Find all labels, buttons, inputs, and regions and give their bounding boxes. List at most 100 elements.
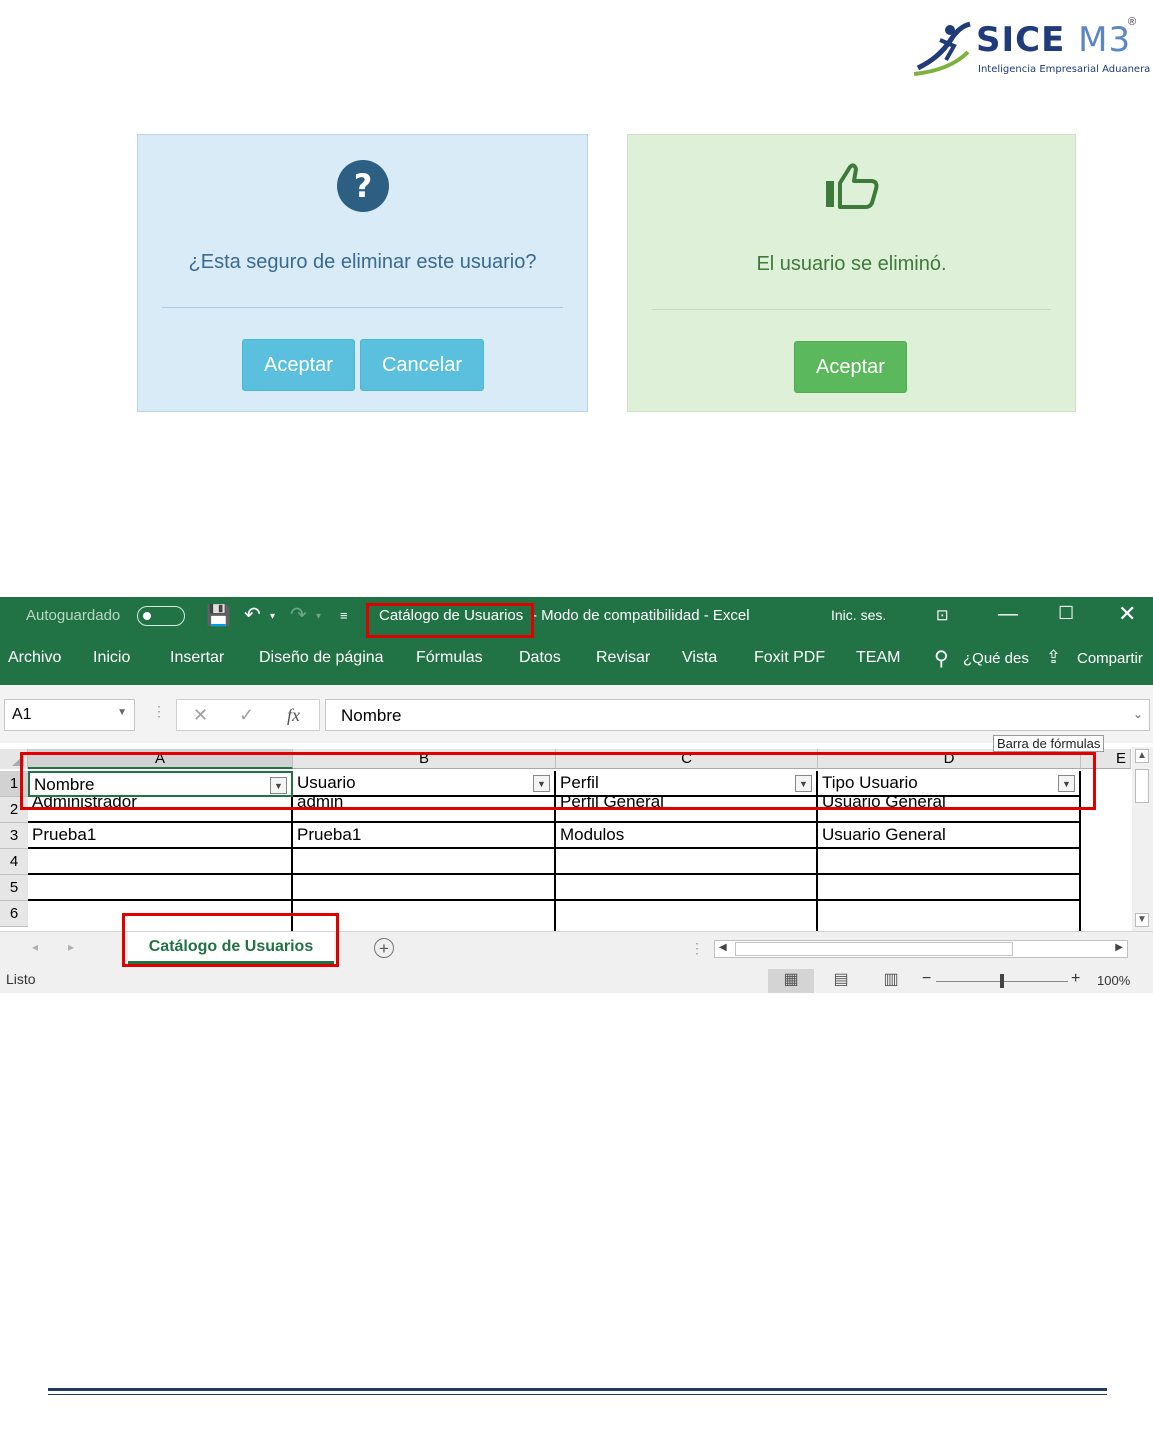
cell-a6[interactable] [28,901,293,931]
save-icon[interactable]: 💾 [206,603,231,628]
cell-b4[interactable] [293,849,556,875]
cell-c2[interactable]: Perfil General [556,797,818,823]
row-header-4[interactable]: 4 [0,849,28,875]
cell-a4[interactable] [28,849,293,875]
cell-c5[interactable] [556,875,818,901]
normal-view-icon[interactable]: ▦ [768,969,814,993]
column-header-a[interactable]: A [28,749,293,769]
tab-team[interactable]: TEAM [856,649,900,667]
cancel-button[interactable]: Cancelar [360,339,484,391]
column-header-c[interactable]: C [556,749,818,769]
cell-value: Administrador [32,797,137,811]
filter-dropdown-icon[interactable]: ▼ [270,777,287,794]
prev-sheet-icon[interactable]: ◂ [32,940,38,954]
row-header-1[interactable]: 1 [0,771,28,797]
scroll-right-icon[interactable]: ▶ [1115,942,1123,953]
row-header-6[interactable]: 6 [0,901,28,927]
cell-b1[interactable]: Usuario ▼ [293,771,556,797]
maximize-icon[interactable]: ☐ [1058,603,1074,624]
name-box[interactable]: A1 ▼ [4,699,135,731]
tab-inicio[interactable]: Inicio [93,649,130,667]
tab-datos[interactable]: Datos [519,649,561,667]
tab-diseno-pagina[interactable]: Diseño de página [259,649,384,667]
cell-b3[interactable]: Prueba1 [293,823,556,849]
tab-foxit-pdf[interactable]: Foxit PDF [754,649,825,667]
share-icon[interactable]: ⇪ [1046,647,1061,668]
cell-value: Usuario General [822,825,946,844]
cell-c6[interactable] [556,901,818,931]
zoom-in-icon[interactable]: + [1071,970,1080,988]
cell-a1[interactable]: Nombre ▼ [28,771,293,797]
scrollbar-thumb[interactable] [1135,769,1149,803]
zoom-slider-knob[interactable] [1000,974,1004,988]
cell-d6[interactable] [818,901,1081,931]
chevron-down-icon[interactable]: ▼ [117,707,127,718]
tab-archivo[interactable]: Archivo [8,649,61,667]
zoom-level[interactable]: 100% [1097,973,1130,988]
sign-in-link[interactable]: Inic. ses. [831,607,886,623]
column-header-e[interactable]: E [1081,749,1131,769]
cell-d4[interactable] [818,849,1081,875]
ribbon-tabs: Archivo Inicio Insertar Diseño de página… [0,637,1153,685]
sheet-tab-catalogo[interactable]: Catálogo de Usuarios [128,932,334,964]
next-sheet-icon[interactable]: ▸ [68,940,74,954]
autosave-toggle[interactable] [137,606,185,626]
page-break-view-icon[interactable]: ▥ [868,969,914,993]
ribbon-display-options-icon[interactable]: ⊡ [936,606,949,624]
zoom-out-icon[interactable]: − [922,970,931,988]
cell-d2[interactable]: Usuario General [818,797,1081,823]
insert-function-icon[interactable]: fx [287,705,300,726]
page-layout-view-icon[interactable]: ▤ [818,969,864,993]
scroll-down-icon[interactable]: ▼ [1135,913,1149,927]
column-header-b[interactable]: B [293,749,556,769]
tell-me-search[interactable]: ¿Qué des [963,650,1029,667]
cell-b5[interactable] [293,875,556,901]
formula-input[interactable]: Nombre ⌄ [325,699,1150,731]
accept-button[interactable]: Aceptar [242,339,355,391]
cell-a5[interactable] [28,875,293,901]
cell-c1[interactable]: Perfil ▼ [556,771,818,797]
vertical-scrollbar[interactable]: ▲ ▼ [1132,747,1153,931]
cell-d5[interactable] [818,875,1081,901]
cell-a2[interactable]: Administrador [28,797,293,823]
add-sheet-icon[interactable]: + [374,938,394,958]
cell-d1[interactable]: Tipo Usuario ▼ [818,771,1081,797]
scroll-up-icon[interactable]: ▲ [1135,749,1149,763]
undo-icon[interactable]: ↶ [244,602,261,627]
expand-formula-bar-icon[interactable]: ⌄ [1133,707,1143,721]
horizontal-scrollbar[interactable]: ◀ ▶ [714,940,1128,958]
share-button[interactable]: Compartir [1077,650,1143,667]
cell-b6[interactable] [293,901,556,931]
cell-b2[interactable]: admin [293,797,556,823]
filter-dropdown-icon[interactable]: ▼ [795,775,812,792]
cancel-entry-icon[interactable]: ✕ [193,705,208,726]
scrollbar-thumb[interactable] [735,942,1013,956]
undo-dropdown-icon[interactable]: ▾ [270,611,275,622]
cell-c4[interactable] [556,849,818,875]
success-message: El usuario se eliminó. [756,253,947,275]
tab-vista[interactable]: Vista [682,649,717,667]
drag-handle-icon[interactable]: ⋮ [152,703,166,720]
tab-formulas[interactable]: Fórmulas [416,649,483,667]
tab-revisar[interactable]: Revisar [596,649,650,667]
close-icon[interactable]: ✕ [1118,601,1136,627]
confirm-entry-icon[interactable]: ✓ [239,705,254,726]
select-all-corner[interactable] [0,749,28,769]
filter-dropdown-icon[interactable]: ▼ [1058,775,1075,792]
cell-d3[interactable]: Usuario General [818,823,1081,849]
tab-insertar[interactable]: Insertar [170,649,224,667]
customize-toolbar-icon[interactable]: ≡ [340,608,348,623]
column-header-d[interactable]: D [818,749,1081,769]
accept-button[interactable]: Aceptar [794,341,907,393]
row-header-5[interactable]: 5 [0,875,28,901]
search-icon[interactable]: ⚲ [934,646,949,671]
row-header-3[interactable]: 3 [0,823,28,849]
filter-dropdown-icon[interactable]: ▼ [533,775,550,792]
row-header-2[interactable]: 2 [0,797,28,823]
drag-handle-icon[interactable]: ⋮ [690,940,704,957]
cell-c3[interactable]: Modulos [556,823,818,849]
cell-a3[interactable]: Prueba1 [28,823,293,849]
scroll-left-icon[interactable]: ◀ [719,942,727,953]
swoosh-logo-icon [913,21,971,76]
minimize-icon[interactable]: — [998,603,1018,626]
